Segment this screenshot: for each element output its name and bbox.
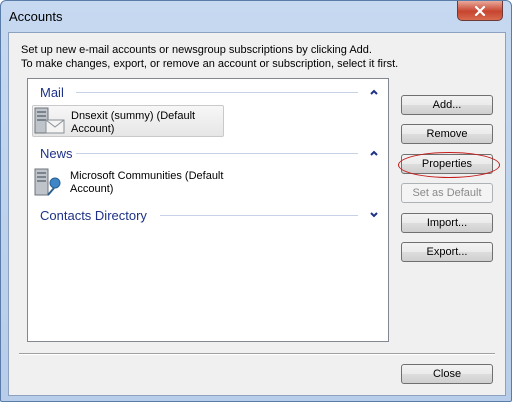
footer-separator (19, 353, 495, 355)
close-button[interactable]: Close (401, 364, 493, 384)
instructions-line-1: Set up new e-mail accounts or newsgroup … (21, 44, 372, 56)
group-header-mail[interactable]: Mail (40, 84, 64, 100)
group-header-news[interactable]: News (40, 145, 73, 161)
accounts-list[interactable]: Mail Dnsexit (summy) (Default Account) N… (27, 78, 389, 342)
chevron-down-icon[interactable] (368, 209, 380, 221)
news-server-icon (34, 168, 61, 196)
import-button[interactable]: Import... (401, 213, 493, 233)
mail-account-line-1: Dnsexit (summy) (Default (71, 110, 196, 122)
export-button[interactable]: Export... (401, 242, 493, 262)
news-account-name: Microsoft Communities (Default Account) (70, 170, 223, 196)
group-label-contacts: Contacts Directory (40, 207, 147, 223)
group-header-contacts[interactable]: Contacts Directory (40, 207, 147, 223)
group-divider-mail (76, 92, 358, 93)
chevron-up-icon[interactable] (368, 86, 380, 98)
dialog-body: Set up new e-mail accounts or newsgroup … (8, 32, 506, 396)
news-account-line-2: Account) (70, 183, 114, 195)
instructions-line-2: To make changes, export, or remove an ac… (21, 58, 399, 70)
title-bar: Accounts (1, 1, 511, 33)
chevron-up-icon[interactable] (368, 147, 380, 159)
mail-account-line-2: Account) (71, 123, 115, 135)
set-as-default-button[interactable]: Set as Default (401, 183, 493, 203)
properties-button[interactable]: Properties (401, 154, 493, 174)
close-icon (474, 5, 486, 16)
group-divider-news (76, 153, 358, 154)
list-item-mail-account[interactable]: Dnsexit (summy) (Default Account) (32, 105, 224, 137)
accounts-dialog: Accounts Set up new e-mail accounts or n… (0, 0, 512, 402)
remove-button[interactable]: Remove (401, 124, 493, 144)
window-close-button[interactable] (457, 1, 503, 21)
mail-server-icon (34, 107, 65, 134)
list-item-news-account[interactable]: Microsoft Communities (Default Account) (32, 166, 232, 198)
group-label-mail: Mail (40, 84, 64, 100)
add-button[interactable]: Add... (401, 95, 493, 115)
group-divider-contacts (160, 215, 358, 216)
instructions: Set up new e-mail accounts or newsgroup … (21, 43, 481, 71)
group-label-news: News (40, 145, 73, 161)
window-title: Accounts (9, 9, 63, 24)
news-account-line-1: Microsoft Communities (Default (70, 170, 224, 182)
mail-account-name: Dnsexit (summy) (Default Account) (71, 110, 195, 136)
